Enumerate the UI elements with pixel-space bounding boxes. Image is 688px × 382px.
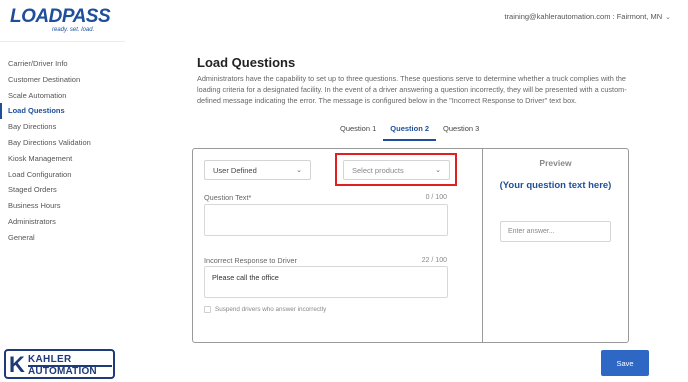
kahler-automation-logo: K KAHLER AUTOMATION <box>4 349 115 379</box>
logo-tagline: ready. set. load. <box>52 27 95 33</box>
tab-question-2[interactable]: Question 2 <box>383 124 437 141</box>
sidebar-item-load-configuration[interactable]: Load Configuration <box>0 167 125 183</box>
sidebar-item-scale-automation[interactable]: Scale Automation <box>0 88 125 104</box>
preview-divider <box>482 149 483 342</box>
preview-title: Preview <box>539 158 572 168</box>
chevron-down-icon: ⌄ <box>665 13 671 21</box>
sidebar-divider <box>0 41 125 42</box>
sidebar-nav: Carrier/Driver Info Customer Destination… <box>0 56 125 246</box>
sidebar-item-customer-destination[interactable]: Customer Destination <box>0 72 125 88</box>
sidebar-item-general[interactable]: General <box>0 230 125 246</box>
question-type-value: User Defined <box>213 165 257 175</box>
suspend-drivers-label: Suspend drivers who answer incorrectly <box>215 306 327 313</box>
sidebar-item-bay-directions[interactable]: Bay Directions <box>0 119 125 135</box>
tab-question-1[interactable]: Question 1 <box>333 124 383 141</box>
tab-question-3[interactable]: Question 3 <box>436 124 486 141</box>
question-text-counter: 0 / 100 <box>425 194 447 201</box>
sidebar-item-carrier-driver-info[interactable]: Carrier/Driver Info <box>0 56 125 72</box>
sidebar-item-bay-directions-validation[interactable]: Bay Directions Validation <box>0 135 125 151</box>
question-type-select[interactable]: User Defined ⌄ <box>204 160 311 180</box>
suspend-drivers-row: Suspend drivers who answer incorrectly <box>204 306 326 313</box>
question-form-panel: User Defined ⌄ Select products ⌄ Questio… <box>192 148 629 343</box>
products-select[interactable]: Select products ⌄ <box>343 160 450 180</box>
sidebar-item-business-hours[interactable]: Business Hours <box>0 198 125 214</box>
logo-wordmark: LOADPASS <box>10 6 111 27</box>
question-tabs: Question 1 Question 2 Question 3 <box>333 124 486 141</box>
kahler-logo-top: KAHLER <box>28 354 72 365</box>
incorrect-response-label: Incorrect Response to Driver <box>204 256 297 265</box>
loadpass-logo[interactable]: LOADPASS ready. set. load. <box>10 6 111 35</box>
account-menu[interactable]: training@kahlerautomation.com : Fairmont… <box>504 12 671 21</box>
page-title: Load Questions <box>197 55 296 70</box>
question-text-input[interactable] <box>204 204 448 236</box>
sidebar-item-staged-orders[interactable]: Staged Orders <box>0 182 125 198</box>
question-text-label: Question Text* <box>204 193 252 202</box>
page-description: Administrators have the capability to se… <box>197 74 627 105</box>
incorrect-response-counter: 22 / 100 <box>421 257 447 264</box>
kahler-k-mark: K <box>9 352 25 377</box>
chevron-down-icon: ⌄ <box>435 167 441 174</box>
preview-question-text: (Your question text here) <box>499 180 612 191</box>
kahler-logo-bottom: AUTOMATION <box>28 366 97 377</box>
save-button[interactable]: Save <box>601 350 649 376</box>
account-label: training@kahlerautomation.com : Fairmont… <box>504 12 663 21</box>
incorrect-response-input[interactable]: Please call the office <box>204 266 448 298</box>
sidebar-item-load-questions[interactable]: Load Questions <box>0 103 125 120</box>
preview-answer-input[interactable]: Enter answer... <box>500 221 611 242</box>
chevron-down-icon: ⌄ <box>296 167 302 174</box>
suspend-drivers-checkbox[interactable] <box>204 306 211 313</box>
products-placeholder: Select products <box>352 165 404 175</box>
sidebar-item-kiosk-management[interactable]: Kiosk Management <box>0 151 125 167</box>
sidebar-item-administrators[interactable]: Administrators <box>0 214 125 230</box>
